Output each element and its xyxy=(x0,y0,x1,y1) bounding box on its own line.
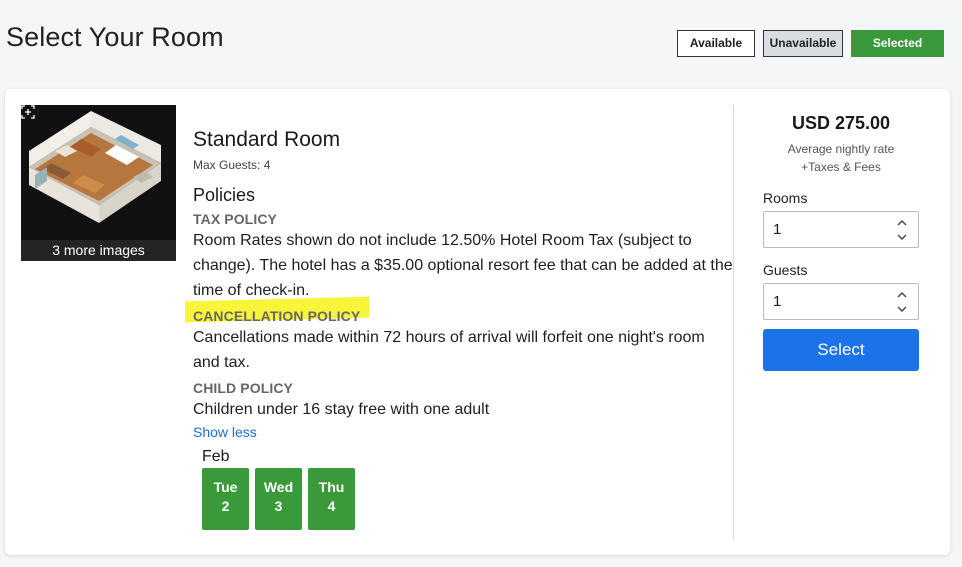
rate-note-taxes: +Taxes & Fees xyxy=(801,160,881,174)
page-title: Select Your Room xyxy=(6,22,224,52)
date-day: Wed xyxy=(263,479,294,495)
divider xyxy=(733,105,734,539)
child-policy-text: Children under 16 stay free with one adu… xyxy=(193,401,490,418)
rate-note: Average nightly rate +Taxes & Fees xyxy=(763,140,919,176)
child-policy-label: CHILD POLICY xyxy=(193,380,293,396)
rooms-input[interactable]: 1 xyxy=(763,211,919,248)
stay-dates: Feb Tue 2 Wed 3 Thu 4 xyxy=(202,448,355,530)
show-less-link[interactable]: Show less xyxy=(193,424,257,440)
guests-label: Guests xyxy=(763,262,808,278)
booking-panel: USD 275.00 Average nightly rate +Taxes &… xyxy=(763,113,919,371)
rooms-label: Rooms xyxy=(763,190,808,206)
guests-value: 1 xyxy=(773,293,782,310)
expand-icon[interactable] xyxy=(21,105,35,119)
guests-input[interactable]: 1 xyxy=(763,283,919,320)
room-details: Standard Room Max Guests: 4 Policies TAX… xyxy=(185,107,733,442)
legend-selected: Selected xyxy=(851,30,944,57)
max-guests: Max Guests: 4 xyxy=(193,158,271,172)
date-tile[interactable]: Thu 4 xyxy=(308,468,355,530)
month-label: Feb xyxy=(202,448,230,465)
legend-unavailable: Unavailable xyxy=(763,30,843,57)
tax-policy-label: TAX POLICY xyxy=(193,211,277,227)
more-images-label[interactable]: 3 more images xyxy=(21,240,176,261)
date-number: 4 xyxy=(327,498,336,514)
stepper-icon[interactable] xyxy=(896,217,908,243)
select-button[interactable]: Select xyxy=(763,329,919,371)
cancellation-policy-label: CANCELLATION POLICY xyxy=(193,308,361,324)
policies-heading: Policies xyxy=(193,185,256,205)
room-image[interactable]: 3 more images xyxy=(21,105,176,261)
legend-available: Available xyxy=(677,30,755,57)
room-price: USD 275.00 xyxy=(791,113,891,133)
date-day: Thu xyxy=(318,479,345,495)
availability-legend: Available Unavailable Selected xyxy=(677,30,944,57)
rate-note-nightly: Average nightly rate xyxy=(787,142,895,156)
date-number: 3 xyxy=(274,498,283,514)
stepper-icon[interactable] xyxy=(896,289,908,315)
room-floorplan-image xyxy=(21,105,176,261)
cancellation-policy-text: Cancellations made within 72 hours of ar… xyxy=(193,329,705,371)
date-tile[interactable]: Wed 3 xyxy=(255,468,302,530)
tax-policy-text: Room Rates shown do not include 12.50% H… xyxy=(193,232,733,299)
room-card: 3 more images Standard Room Max Guests: … xyxy=(5,89,950,555)
date-day: Tue xyxy=(213,479,238,495)
rooms-value: 1 xyxy=(773,221,782,238)
room-name: Standard Room xyxy=(193,128,341,151)
date-number: 2 xyxy=(221,498,230,514)
date-tile[interactable]: Tue 2 xyxy=(202,468,249,530)
